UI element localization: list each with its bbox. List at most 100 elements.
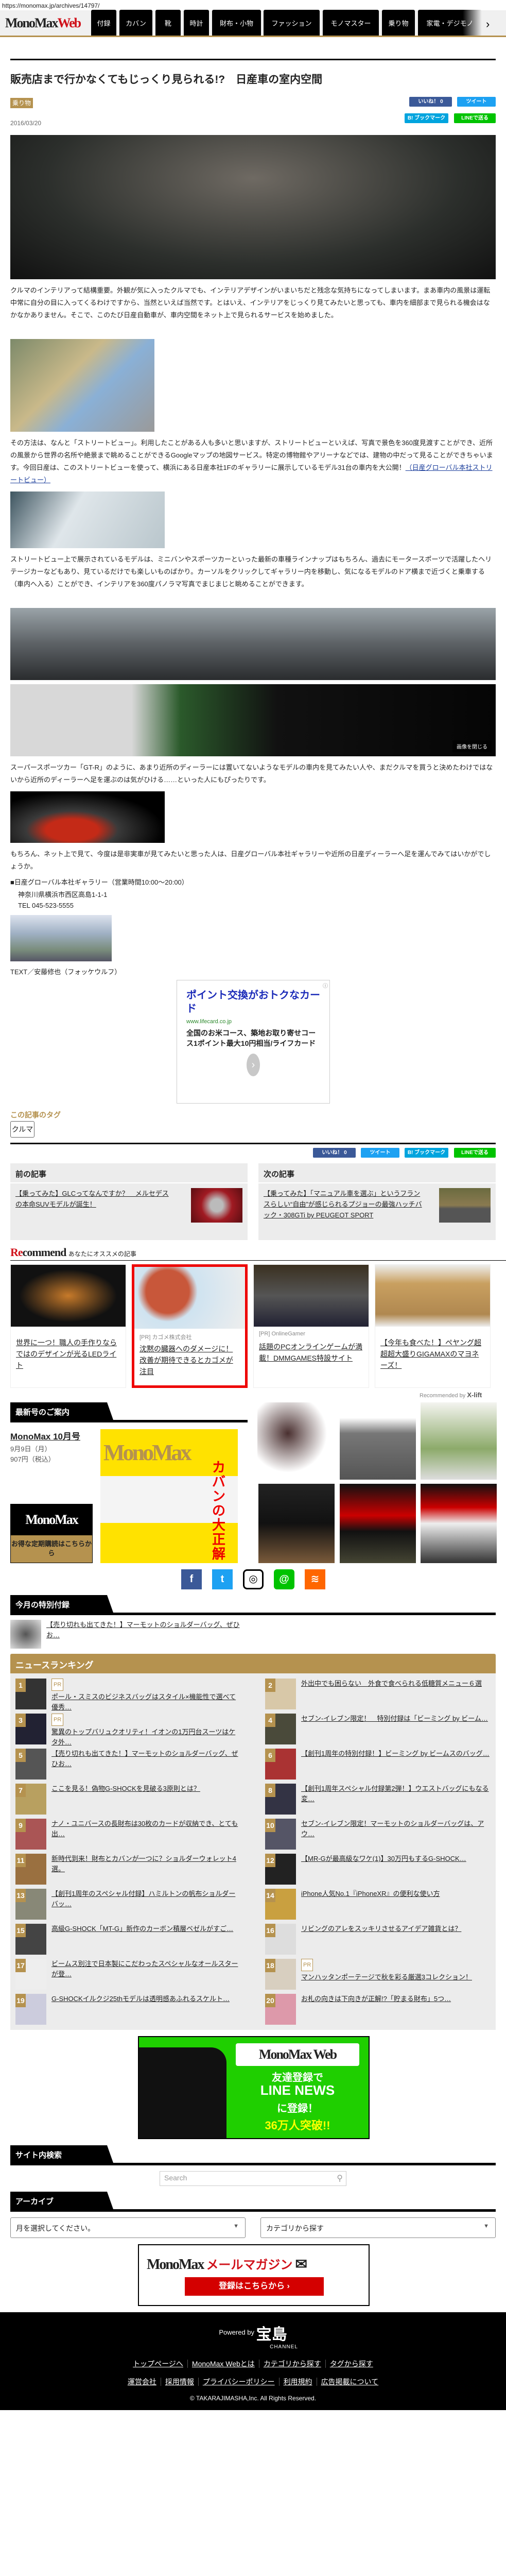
footer-link[interactable]: 採用情報 bbox=[160, 2378, 198, 2386]
ad-box[interactable]: ⓘ ポイント交換がおトクなカード www.lifecard.co.jp 全国のお… bbox=[177, 980, 330, 1104]
ranking-link[interactable]: 【創刊1周年スペシャル付録第2弾！】ウエストバッグにもなる変… bbox=[301, 1785, 489, 1803]
prev-thumbnail[interactable] bbox=[191, 1188, 242, 1223]
prev-article[interactable]: 前の記事 【乗ってみた】GLCってなんですか？ メルセデスの本命SUVモデルが誕… bbox=[10, 1163, 248, 1240]
ranking-link[interactable]: ビームス別注で日本製にこだわったスペシャルなオールスターが登… bbox=[51, 1960, 238, 1978]
category-badge[interactable]: 乗り物 bbox=[10, 98, 33, 108]
recommend-image[interactable] bbox=[11, 1265, 126, 1327]
tweet-button[interactable]: ツイート bbox=[361, 1148, 399, 1158]
ranking-item[interactable]: 19 G-SHOCKイルクジ25thモデルは透明感あふれるスケルト… bbox=[15, 1994, 247, 2025]
ranking-item[interactable]: 7 ここを見る！偽物G-SHOCKを見破る3原則とは？ bbox=[15, 1784, 247, 1815]
line-at-icon[interactable]: @ bbox=[274, 1569, 294, 1589]
next-thumbnail[interactable] bbox=[439, 1188, 491, 1223]
nav-tab[interactable]: 乗り物 bbox=[382, 10, 415, 36]
line-share-button[interactable]: LINEで送る bbox=[454, 113, 496, 123]
register-button[interactable]: 登録はこちらから › bbox=[185, 2277, 324, 2296]
footer-link[interactable]: プライバシーポリシー bbox=[198, 2378, 279, 2386]
recommend-image[interactable] bbox=[375, 1265, 490, 1327]
back-issue-thumbnail[interactable] bbox=[340, 1402, 416, 1480]
facebook-like-button[interactable]: いいね！ 0 bbox=[409, 97, 452, 107]
instagram-icon[interactable]: ◎ bbox=[243, 1569, 264, 1589]
ranking-link[interactable]: 新時代到来！財布とカバンが一つに？ショルダーウォレット4選。 bbox=[51, 1855, 236, 1873]
nav-tab[interactable]: カバン bbox=[119, 10, 152, 36]
footer-link[interactable]: カテゴリから探す bbox=[258, 2360, 325, 2368]
search-input[interactable]: Search ⚲ bbox=[160, 2171, 346, 2186]
ranking-link[interactable]: 【創刊1周年のスペシャル付録】ハミルトンの帆布ショルダーバッ… bbox=[51, 1890, 235, 1908]
recommend-card[interactable]: 世界に一つ！職人の手作りならではのデザインが光るLEDライト bbox=[10, 1264, 126, 1388]
next-article-link[interactable]: 【乗ってみた】「マニュアル車を選ぶ」というフランスらしい“自由”が感じられるプジ… bbox=[264, 1188, 423, 1221]
mail-magazine-banner[interactable]: MonoMax メールマガジン ✉ 登録はこちらから › bbox=[138, 2244, 370, 2306]
ranking-link[interactable]: 【創刊1周年の特別付録！】ビーミング by ビームスのバッグ… bbox=[301, 1750, 490, 1757]
recommend-title[interactable]: 世界に一つ！職人の手作りならではのデザインが光るLEDライト bbox=[16, 1337, 120, 1371]
recommend-card[interactable]: [PR] カゴメ株式会社 沈黙の臓器へのダメージに！改善が期待できるとカゴメが注目 bbox=[132, 1264, 248, 1388]
ranking-item[interactable]: 11 新時代到来！財布とカバンが一つに？ショルダーウォレット4選。 bbox=[15, 1854, 247, 1885]
recommended-by[interactable]: Recommended by X-lift bbox=[420, 1391, 482, 1399]
recommend-title[interactable]: 沈黙の臓器へのダメージに！改善が期待できるとカゴメが注目 bbox=[139, 1343, 240, 1377]
recommend-card[interactable]: [PR] OnlineGamer 話題のPCオンラインゲームが満載！DMMGAME… bbox=[253, 1264, 369, 1388]
ranking-item[interactable]: 5 【売り切れも出てきた！】マーモットのショルダーバッグ、ぜひお… bbox=[15, 1749, 247, 1780]
ranking-link[interactable]: 高級G-SHOCK「MT-G」新作のカーボン積層ベゼルがすご… bbox=[51, 1925, 233, 1933]
line-news-banner[interactable]: MonoMax Web 友達登録で LINE NEWS に登録！ 36万人突破!… bbox=[138, 2036, 370, 2139]
ranking-item[interactable]: 2 外出中でも困らない 外食で食べられる低糖質メニュー６選 bbox=[265, 1679, 497, 1709]
footer-link[interactable]: トップページへ bbox=[129, 2360, 187, 2368]
month-select[interactable]: 月を選択してください。 ▼ bbox=[10, 2217, 246, 2238]
powered-by[interactable]: Powered by 宝島 CHANNEL bbox=[0, 2321, 506, 2350]
nav-tab[interactable]: 家電・デジモノ bbox=[418, 10, 482, 36]
recommend-title[interactable]: 話題のPCオンラインゲームが満載！DMMGAMES特設サイト bbox=[259, 1341, 363, 1364]
ranking-item[interactable]: 1 PR ポール・スミスのビジネスバッグはスタイル×機能性で選べて優秀… bbox=[15, 1679, 247, 1711]
issue-title-link[interactable]: MonoMax 10月号 bbox=[10, 1429, 80, 1442]
tag-button[interactable]: クルマ bbox=[10, 1121, 34, 1138]
url-bar[interactable]: https://monomax.jp/archives/14797/ bbox=[2, 2, 99, 9]
nav-tab[interactable]: モノマスター bbox=[323, 10, 379, 36]
ranking-item[interactable]: 15 高級G-SHOCK「MT-G」新作のカーボン積層ベゼルがすご… bbox=[15, 1924, 247, 1955]
recommend-card[interactable]: 【今年も食べた！】ペヤング超超超大盛りGIGAMAXのマヨネーズ！ bbox=[375, 1264, 491, 1388]
footer-link[interactable]: 利用規約 bbox=[278, 2378, 317, 2386]
ranking-link[interactable]: リビングのアレをスッキリさせるアイデア雑貨とは？ bbox=[301, 1925, 461, 1933]
ranking-item[interactable]: 8 【創刊1周年スペシャル付録第2弾！】ウエストバッグにもなる変… bbox=[265, 1784, 497, 1815]
ad-domain[interactable]: www.lifecard.co.jp bbox=[186, 1019, 320, 1025]
ranking-item[interactable]: 20 お札の向きは下向きが正解!?「貯まる財布」5つ… bbox=[265, 1994, 497, 2025]
special-edition-thumbnail[interactable] bbox=[340, 1484, 416, 1563]
ranking-link[interactable]: 驚異のトップバリュクオリティ！イオンの1万円台スーツはケタ外… bbox=[51, 1728, 235, 1746]
ranking-link[interactable]: 【MR-Gが最高級なワケ(1)】30万円もするG-SHOCK… bbox=[301, 1855, 466, 1862]
supplement-wallet-thumbnail[interactable] bbox=[257, 1402, 334, 1480]
ranking-link[interactable]: セブン-イレブン限定！ 特別付録は「ビーミング by ビーム… bbox=[301, 1715, 488, 1722]
special-edition-thumbnail[interactable] bbox=[421, 1484, 497, 1563]
magazine-cover[interactable]: MonoMax カバンの大正解 bbox=[100, 1429, 238, 1563]
facebook-icon[interactable]: f bbox=[181, 1569, 202, 1589]
ad-arrow-button[interactable]: › bbox=[247, 1054, 260, 1076]
ranking-link[interactable]: ポール・スミスのビジネスバッグはスタイル×機能性で選べて優秀… bbox=[51, 1693, 236, 1711]
ranking-item[interactable]: 13 【創刊1周年のスペシャル付録】ハミルトンの帆布ショルダーバッ… bbox=[15, 1889, 247, 1920]
ranking-item[interactable]: 16 リビングのアレをスッキリさせるアイデア雑貨とは？ bbox=[265, 1924, 497, 1955]
facebook-like-button[interactable]: いいね！ 0 bbox=[313, 1148, 356, 1158]
nav-next-icon[interactable]: › bbox=[486, 18, 490, 31]
site-logo[interactable]: MonoMaxWeb bbox=[5, 15, 81, 31]
subscription-banner[interactable]: MonoMax お得な定期購読はこちらから bbox=[10, 1504, 93, 1563]
ranking-item[interactable]: 9 ナノ・ユニバースの長財布は30枚のカードが収納でき、とても出… bbox=[15, 1819, 247, 1850]
tweet-button[interactable]: ツイート bbox=[457, 97, 496, 107]
ranking-link[interactable]: ナノ・ユニバースの長財布は30枚のカードが収納でき、とても出… bbox=[51, 1820, 238, 1838]
ranking-link[interactable]: マンハッタンポーテージで秋を彩る厳選3コレクション！ bbox=[301, 1973, 472, 1981]
line-share-button[interactable]: LINEで送る bbox=[454, 1148, 496, 1158]
footer-link[interactable]: MonoMax Webとは bbox=[187, 2360, 259, 2368]
ranking-item[interactable]: 12 【MR-Gが最高級なワケ(1)】30万円もするG-SHOCK… bbox=[265, 1854, 497, 1885]
supplement-link[interactable]: 【売り切れも出てきた！】マーモットのショルダーバッグ、ぜひお… bbox=[46, 1620, 242, 1640]
ranking-item[interactable]: 4 セブン-イレブン限定！ 特別付録は「ビーミング by ビーム… bbox=[265, 1714, 497, 1744]
ranking-link[interactable]: 外出中でも困らない 外食で食べられる低糖質メニュー６選 bbox=[301, 1680, 482, 1687]
ad-headline[interactable]: ポイント交換がおトクなカード bbox=[186, 989, 320, 1015]
category-select[interactable]: カテゴリから探す ▼ bbox=[260, 2217, 496, 2238]
hatena-bookmark-button[interactable]: B! ブックマーク bbox=[405, 1148, 448, 1158]
ranking-link[interactable]: お札の向きは下向きが正解!?「貯まる財布」5つ… bbox=[301, 1995, 451, 2003]
supplement-thumbnail[interactable] bbox=[10, 1620, 41, 1649]
ranking-link[interactable]: G-SHOCKイルクジ25thモデルは透明感あふれるスケルト… bbox=[51, 1995, 230, 2003]
ranking-item[interactable]: 17 ビームス別注で日本製にこだわったスペシャルなオールスターが登… bbox=[15, 1959, 247, 1990]
close-image-control[interactable]: 画像を閉じる bbox=[452, 740, 492, 752]
search-icon[interactable]: ⚲ bbox=[337, 2173, 343, 2183]
ranking-link[interactable]: 【売り切れも出てきた！】マーモットのショルダーバッグ、ぜひお… bbox=[51, 1750, 238, 1768]
nav-tab[interactable]: 財布・小物 bbox=[212, 10, 261, 36]
twitter-icon[interactable]: t bbox=[212, 1569, 233, 1589]
ranking-item[interactable]: 14 iPhone人気No.1『iPhoneXR』の便利な使い方 bbox=[265, 1889, 497, 1920]
ranking-link[interactable]: iPhone人気No.1『iPhoneXR』の便利な使い方 bbox=[301, 1890, 440, 1897]
special-edition-thumbnail[interactable] bbox=[258, 1484, 335, 1563]
nav-tab[interactable]: ファッション bbox=[264, 10, 320, 36]
recommend-image[interactable] bbox=[254, 1265, 369, 1327]
